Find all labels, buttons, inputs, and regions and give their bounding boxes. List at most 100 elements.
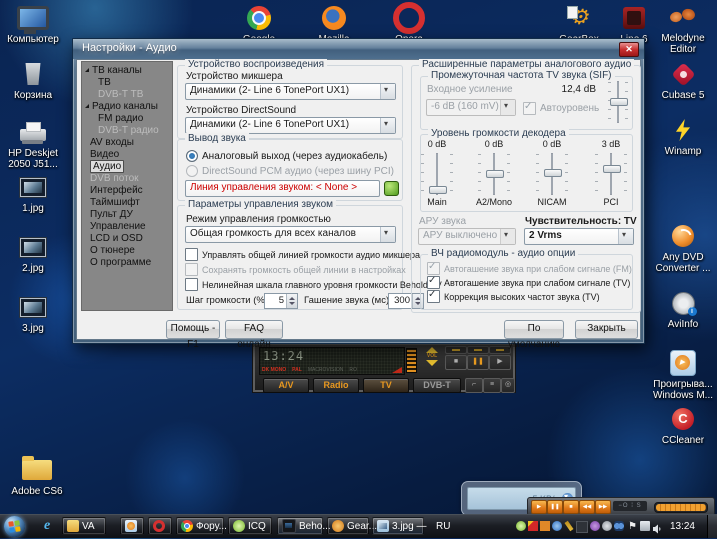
tray-speaker-icon[interactable] [652, 521, 662, 531]
internet-explorer-icon[interactable]: e [44, 518, 50, 534]
tray-punto-icon[interactable] [540, 521, 550, 531]
tray-flag-icon[interactable]: ⚑ [628, 521, 638, 531]
nonlinear-volume-scale-checkbox[interactable]: Нелинейная шкала главного уровня громкос… [185, 278, 442, 291]
slider-thumb[interactable] [486, 170, 504, 178]
tray-pencil-icon[interactable] [564, 521, 573, 531]
sound-control-line-field[interactable]: Линия управления звуком: < None > [185, 180, 380, 197]
directsound-device-select[interactable]: Динамики (2- Line 6 TonePort UX1) [185, 117, 396, 134]
mode-dvbt-button[interactable]: DVB-T [413, 378, 461, 393]
tree-item-dvbt-radio[interactable]: DVB-T радио [82, 124, 172, 136]
tv-hf-correction-checkbox[interactable]: Коррекция высоких частот звука (TV) [427, 290, 600, 303]
tray-app-icon[interactable] [590, 521, 600, 531]
desktop-icon-winamp[interactable]: Winamp [652, 116, 714, 157]
tree-item-remote[interactable]: Пульт ДУ [82, 208, 172, 220]
desktop-icon-printer[interactable]: HP Deskjet 2050 J51... [2, 118, 64, 170]
tray-behold-icon[interactable] [576, 521, 588, 533]
decoder-slider-pci[interactable] [593, 153, 629, 195]
taskbar-button-icq[interactable]: ICQ [228, 517, 272, 535]
rewind-button[interactable]: ◀◀ [579, 500, 595, 514]
tree-item-video[interactable]: Видео [82, 148, 172, 160]
desktop-icon-3jpg[interactable]: 3.jpg [2, 293, 64, 334]
tray-download-icon[interactable] [552, 521, 562, 531]
volume-step-spinner[interactable]: 5 [264, 293, 298, 309]
tray-network-icon[interactable] [640, 521, 650, 531]
tree-item-dvbt-tv[interactable]: DVB-T ТВ [82, 88, 172, 100]
player-extra-button[interactable] [445, 346, 467, 354]
tv-auto-mute-checkbox[interactable]: Автогашение звука при слабом сигнале (TV… [427, 276, 630, 289]
slider-thumb[interactable] [544, 169, 562, 177]
player-tool-button[interactable]: ≡ [483, 378, 501, 393]
taskbar-button-va[interactable]: VA [62, 517, 106, 535]
help-button[interactable]: Помощь - F1 [166, 320, 220, 339]
desktop-icon-anydvd[interactable]: Any DVD Converter ... [652, 222, 714, 274]
auto-level-checkbox[interactable]: Автоуровень [523, 102, 599, 115]
desktop-icon-adobe-cs6[interactable]: Adobe CS6 [6, 456, 68, 497]
tray-search-icon[interactable] [614, 521, 624, 531]
close-icon[interactable]: ✕ [619, 42, 639, 57]
tree-item-tv-channels[interactable]: ТВ каналы [82, 64, 172, 76]
desktop-icon-2jpg[interactable]: 2.jpg [2, 233, 64, 274]
tree-item-radio-channels[interactable]: Радио каналы [82, 100, 172, 112]
tray-antivirus-icon[interactable] [528, 521, 538, 531]
taskbar-button-gearbox[interactable]: Gear... [327, 517, 369, 535]
taskbar-button-opera[interactable] [148, 517, 172, 535]
desktop-icon-melodyne[interactable]: Melodyne Editor [652, 3, 714, 55]
decoder-slider-main[interactable] [419, 153, 455, 195]
tree-item-tv[interactable]: ТВ [82, 76, 172, 88]
input-gain-select[interactable]: -6 dB (160 mV) [426, 99, 516, 116]
fm-auto-mute-checkbox[interactable]: Автогашение звука при слабом сигнале (FM… [427, 262, 632, 275]
language-indicator[interactable]: RU [436, 521, 450, 532]
desktop-icon-ccleaner[interactable]: CCleaner [652, 405, 714, 446]
tree-item-about-program[interactable]: О программе [82, 256, 172, 268]
taskbar-button-behold[interactable]: Beho... [277, 517, 323, 535]
tray-icq-icon[interactable] [516, 521, 526, 531]
mixer-master-line-checkbox[interactable]: Управлять общей линией громкости аудио м… [185, 248, 420, 261]
tree-item-fm-radio[interactable]: FM радио [82, 112, 172, 124]
show-desktop-button[interactable] [707, 515, 717, 538]
tree-item-dvb-stream[interactable]: DVB поток [82, 172, 172, 184]
desktop-icon-1jpg[interactable]: 1.jpg [2, 173, 64, 214]
desktop-icon-computer[interactable]: Компьютер [2, 4, 64, 45]
volume-down-button[interactable] [426, 360, 438, 366]
analog-output-radio[interactable]: Аналоговый выход (через аудиокабель) [186, 150, 387, 162]
mode-av-button[interactable]: A/V [263, 378, 309, 393]
sif-level-slider[interactable] [606, 81, 630, 123]
tree-item-timeshift[interactable]: Таймшифт [82, 196, 172, 208]
forward-button[interactable]: ▶▶ [595, 500, 611, 514]
slider-thumb[interactable] [603, 165, 621, 173]
mode-tv-button[interactable]: TV [363, 378, 409, 393]
tv-sensitivity-select[interactable]: 2 Vrms [524, 228, 634, 245]
player-tool-button[interactable]: ◎ [501, 378, 515, 393]
decoder-slider-nicam[interactable] [534, 153, 570, 195]
tree-item-av-inputs[interactable]: AV входы [82, 136, 172, 148]
tray-app2-icon[interactable] [602, 521, 612, 531]
tree-item-about-tuner[interactable]: О тюнере [82, 244, 172, 256]
settings-wrench-button[interactable]: ⌐ [465, 378, 483, 393]
start-button[interactable] [4, 516, 25, 537]
defaults-button[interactable]: По умолчанию [504, 320, 564, 339]
slider-thumb[interactable] [610, 98, 628, 106]
desktop-icon-wmp[interactable]: Проигрыва... Windows M... [652, 349, 714, 401]
volume-mode-select[interactable]: Общая громкость для всех каналов [185, 226, 396, 243]
agc-select[interactable]: АРУ выключено [418, 228, 516, 245]
play-button[interactable]: ▶ [489, 355, 511, 370]
dialog-titlebar[interactable]: Настройки - Аудио ✕ [73, 39, 644, 59]
tree-item-control[interactable]: Управление [82, 220, 172, 232]
desktop-icon-recycle-bin[interactable]: Корзина [2, 60, 64, 101]
tree-item-audio[interactable]: Аудио [82, 160, 172, 172]
tree-item-lcd-osd[interactable]: LCD и OSD [82, 232, 172, 244]
pause-button[interactable]: ❚❚ [547, 500, 563, 514]
taskbar-clock[interactable]: 13:24 [670, 521, 695, 532]
mixer-device-select[interactable]: Динамики (2- Line 6 TonePort UX1) [185, 83, 396, 100]
slider-thumb[interactable] [429, 186, 447, 194]
pause-button[interactable]: ❚❚ [467, 355, 489, 370]
taskbar-button-wmp[interactable] [120, 517, 144, 535]
mode-radio-button[interactable]: Radio [313, 378, 359, 393]
faq-online-button[interactable]: FAQ онлайн [225, 320, 283, 339]
close-button[interactable]: Закрыть [575, 320, 638, 339]
player-extra-button[interactable] [467, 346, 489, 354]
desktop-icon-aviinfo[interactable]: AviInfo [652, 289, 714, 330]
stop-button[interactable]: ■ [445, 355, 467, 370]
stop-button[interactable]: ■ [563, 500, 579, 514]
volume-slider[interactable] [654, 502, 708, 513]
